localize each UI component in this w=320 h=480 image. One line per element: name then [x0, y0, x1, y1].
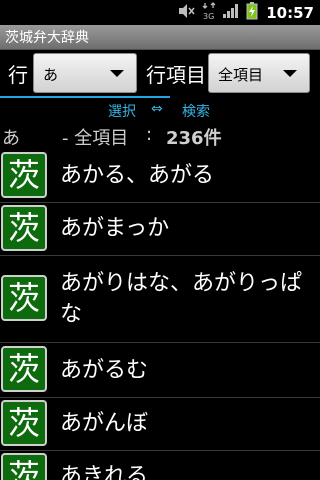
result-count: 236件: [166, 128, 222, 149]
word-text: あきれる: [60, 464, 149, 480]
row-spinner-value: あ: [43, 66, 59, 84]
summary-description: - 全項目: [62, 128, 129, 149]
word-text: あがるむ: [60, 358, 149, 383]
ibaraki-badge-icon: 茨: [1, 152, 47, 198]
battery-charging-icon: [246, 1, 258, 24]
list-item[interactable]: 茨 あがるむ: [0, 343, 320, 398]
tab-indicator: [0, 96, 170, 98]
item-spinner[interactable]: 全項目: [208, 53, 310, 93]
status-icons: 3G 10:57: [178, 0, 320, 25]
word-list: 茨 あかる、あがる 茨 あがまっか 茨 あがりはな、あがりっぱな 茨 あがるむ …: [0, 150, 320, 480]
badge-char: 茨: [7, 279, 40, 317]
word-text: あがんぼ: [60, 411, 149, 436]
status-bar: 3G 10:57: [0, 0, 320, 25]
badge-char: 茨: [7, 457, 40, 480]
app-title: 茨城弁大辞典: [5, 30, 89, 46]
word-text: あがまっか: [60, 216, 170, 241]
badge-char: 茨: [7, 350, 40, 388]
summary-row: あ - 全項目 : 236件: [0, 122, 320, 149]
ibaraki-badge-icon: 茨: [1, 205, 47, 251]
list-item[interactable]: 茨 あがまっか: [0, 203, 320, 256]
row-label: 行: [8, 63, 28, 87]
3g-data-icon: 3G: [202, 1, 216, 24]
ibaraki-badge-icon: 茨: [1, 453, 47, 480]
ibaraki-badge-icon: 茨: [1, 346, 47, 392]
ibaraki-badge-icon: 茨: [1, 275, 47, 321]
item-spinner-value: 全項目: [218, 66, 264, 84]
clock: 10:57: [266, 3, 314, 22]
app-screen: 3G 10:57 茨城弁大辞典 行 あ 行項目 全項目 選択 ⇔ 検索 あ - …: [0, 0, 320, 480]
dropdown-arrow-icon: [110, 70, 124, 77]
summary-letter: あ: [2, 128, 20, 149]
item-label: 行項目: [146, 63, 206, 87]
dropdown-arrow-icon: [283, 70, 297, 77]
list-item[interactable]: 茨 あがんぼ: [0, 398, 320, 451]
filter-row: 行 あ 行項目 全項目: [0, 50, 320, 98]
tab-select[interactable]: 選択: [108, 101, 136, 121]
badge-char: 茨: [7, 156, 40, 194]
list-item[interactable]: 茨 あきれる: [0, 451, 320, 480]
word-text: あかる、あがる: [60, 163, 215, 188]
ibaraki-badge-icon: 茨: [1, 400, 47, 446]
summary-colon: :: [146, 124, 153, 145]
tabs-row: 選択 ⇔ 検索: [0, 99, 320, 121]
badge-char: 茨: [7, 209, 40, 247]
row-spinner[interactable]: あ: [33, 53, 137, 93]
list-item[interactable]: 茨 あがりはな、あがりっぱな: [0, 256, 320, 343]
badge-char: 茨: [7, 404, 40, 442]
list-item[interactable]: 茨 あかる、あがる: [0, 150, 320, 203]
tab-search[interactable]: 検索: [182, 101, 210, 121]
mute-icon: [178, 3, 196, 23]
svg-text:3G: 3G: [203, 12, 214, 20]
title-bar: 茨城弁大辞典: [0, 25, 320, 50]
signal-icon: [222, 3, 240, 23]
word-text: あがりはな、あがりっぱな: [60, 271, 303, 327]
switch-arrow-icon: ⇔: [151, 101, 163, 117]
